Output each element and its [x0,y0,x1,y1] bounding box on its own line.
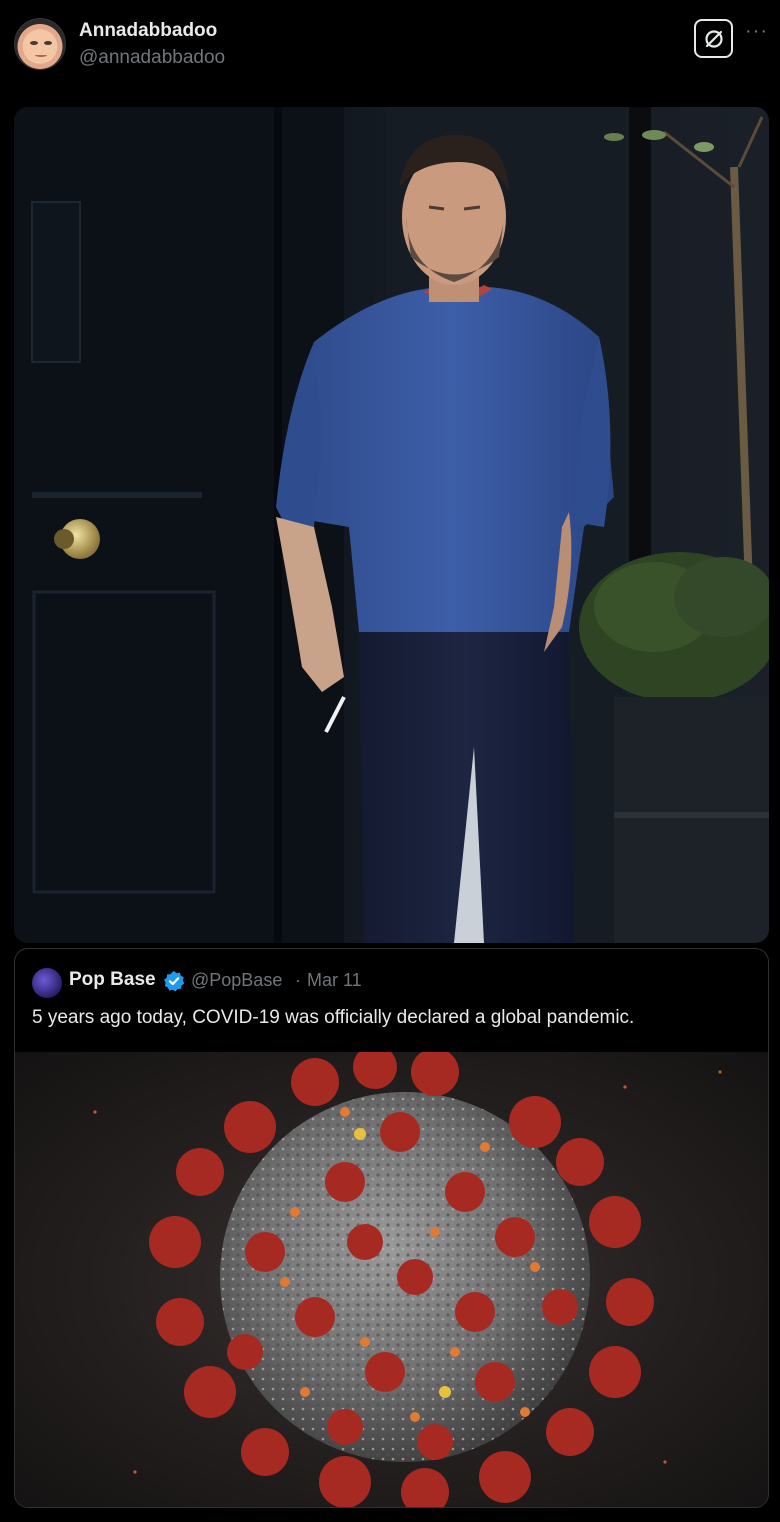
quoted-tweet-media[interactable] [15,1052,768,1507]
quoted-author-avatar[interactable] [32,968,62,998]
author-handle[interactable]: @annadabbadoo [79,47,225,69]
grok-button[interactable] [694,19,733,58]
grok-icon [704,29,723,48]
avatar-mouth [35,53,47,57]
avatar-eye [44,41,52,45]
virus-illustration [93,1052,722,1507]
avatar-eye [30,41,38,45]
photo-illustration [14,107,769,943]
author-display-name[interactable]: Annadabbadoo [79,20,217,42]
verified-badge-icon [164,971,185,992]
profile-avatar[interactable] [14,18,66,70]
quoted-author-name[interactable]: Pop Base [69,969,156,991]
quoted-tweet[interactable]: Pop Base @PopBase · Mar 11 5 years ago t… [14,948,769,1508]
tweet-header: Annadabbadoo @annadabbadoo ··· [0,0,780,100]
more-horizontal-icon[interactable]: ··· [745,20,768,43]
quoted-tweet-text: 5 years ago today, COVID-19 was official… [32,1007,635,1028]
quoted-author-handle[interactable]: @PopBase [191,970,282,991]
quoted-tweet-date[interactable]: Mar 11 [307,970,362,991]
tweet-photo[interactable] [14,107,769,943]
meta-separator: · [295,970,301,990]
